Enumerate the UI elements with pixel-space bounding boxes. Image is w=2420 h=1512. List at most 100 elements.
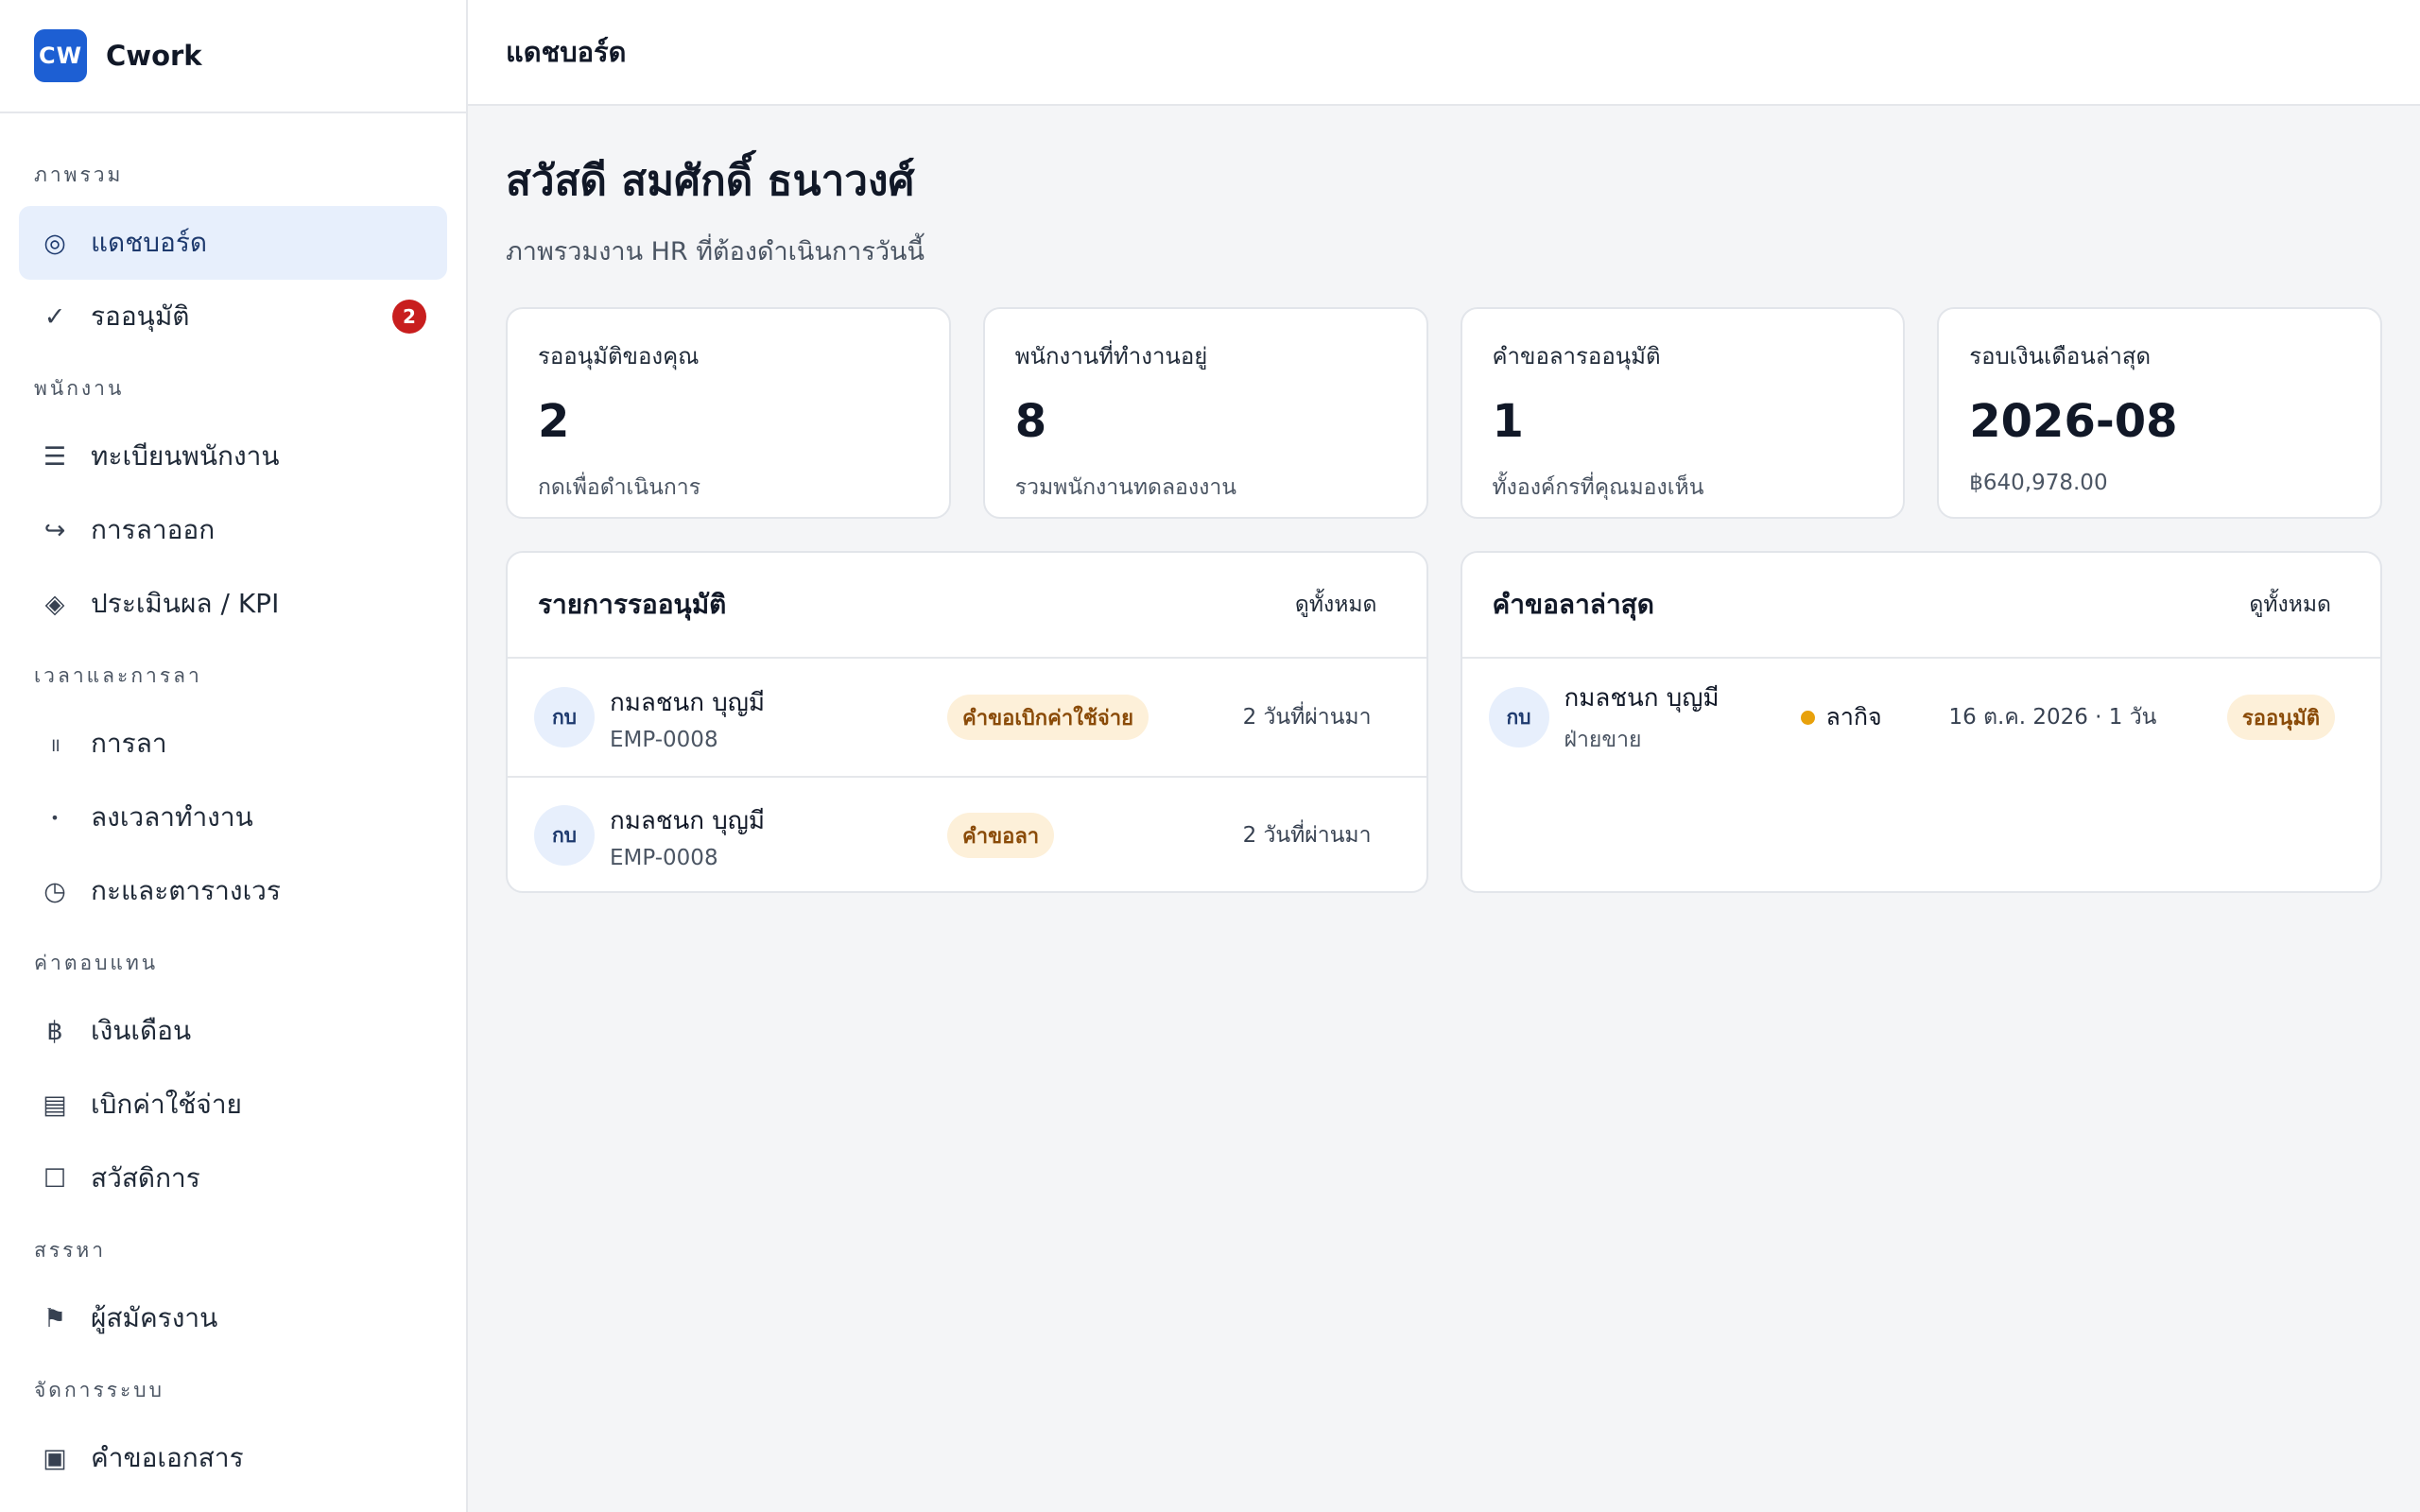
status-dot-icon	[1800, 710, 1815, 725]
status-badge: รออนุมัติ	[2226, 695, 2335, 740]
avatar: กบ	[534, 805, 595, 866]
sidebar-item-label: สวัสดิการ	[91, 1162, 200, 1194]
greeting: สวัสดี สมศักดิ์ ธนาวงศ์	[506, 157, 915, 205]
employee-id: EMP-0008	[610, 845, 718, 870]
sidebar-item-label: เงินเดือน	[91, 1015, 192, 1046]
stat-label: รออนุมัติของคุณ	[538, 343, 700, 369]
document-icon: ▣	[43, 1443, 67, 1473]
sidebar-item-label: รออนุมัติ	[91, 301, 190, 332]
dot-icon: •	[50, 808, 60, 827]
sidebar-item-pending-approval[interactable]: ✓ รออนุมัติ 2	[19, 280, 447, 353]
sidebar-item-label: ประเมินผล / KPI	[91, 588, 280, 619]
stat-card-pending-leave[interactable]: คำขอลารออนุมัติ 1 ทั้งองค์กรที่คุณมองเห็…	[1460, 307, 1906, 519]
stat-value: 8	[1014, 395, 1047, 448]
receipt-icon: ▤	[43, 1090, 67, 1120]
topbar: แดชบอร์ด	[468, 0, 2420, 106]
stat-card-my-approvals[interactable]: รออนุมัติของคุณ 2 กดเพื่อดำเนินการ	[506, 307, 951, 519]
leave-type-label: ลากิจ	[1825, 703, 1882, 730]
person-info: กมลชนก บุญมี EMP-0008	[610, 801, 765, 870]
panel-header: คำขอลาล่าสุด ดูทั้งหมด	[1461, 553, 2380, 659]
stat-subtext: รวมพนักงานทดลองงาน	[1014, 475, 1236, 500]
check-icon: ✓	[43, 301, 66, 332]
nav-heading: สรรหา	[34, 1239, 107, 1262]
sidebar-item-label: ลงเวลาทำงาน	[91, 801, 253, 833]
stat-value: 2026-08	[1969, 395, 2178, 448]
leave-type: ลากิจ	[1800, 698, 1882, 736]
panel-title: รายการรออนุมัติ	[538, 589, 727, 620]
pause-icon: ॥	[49, 732, 60, 756]
view-all-link[interactable]: ดูทั้งหมด	[2249, 588, 2331, 622]
sidebar-item-applicants[interactable]: ⚑ ผู้สมัครงาน	[19, 1281, 447, 1355]
relative-time: 2 วันที่ผ่านมา	[1242, 823, 1372, 848]
request-type-badge: คำขอลา	[947, 813, 1055, 858]
stat-cards: รออนุมัติของคุณ 2 กดเพื่อดำเนินการ พนักง…	[506, 307, 2382, 519]
sidebar-item-label: คำขอเอกสาร	[91, 1442, 244, 1473]
sidebar-item-label: เบิกค่าใช้จ่าย	[91, 1089, 242, 1120]
stat-card-active-employees[interactable]: พนักงานที่ทำงานอยู่ 8 รวมพนักงานทดลองงาน	[982, 307, 1428, 519]
nav-section-recruitment: สรรหา ⚑ ผู้สมัครงาน	[0, 1234, 466, 1355]
stat-card-latest-payroll[interactable]: รอบเงินเดือนล่าสุด 2026-08 ฿640,978.00	[1937, 307, 2382, 519]
target-icon: ◎	[43, 228, 66, 258]
exit-arrow-icon: ↪	[43, 515, 66, 545]
sidebar-item-payroll[interactable]: ฿ เงินเดือน	[19, 994, 447, 1068]
page-title: แดชบอร์ด	[506, 36, 627, 68]
person-name: กมลชนก บุญมี	[610, 806, 766, 835]
approvals-panel: รายการรออนุมัติ ดูทั้งหมด กบ กมลชนก บุญม…	[506, 551, 1428, 893]
stat-subtext: ทั้งองค์กรที่คุณมองเห็น	[1492, 475, 1704, 500]
list-icon: ☰	[43, 441, 67, 472]
approval-row[interactable]: กบ กมลชนก บุญมี EMP-0008 คำขอลา 2 วันที่…	[508, 776, 1426, 891]
sidebar-item-document-requests[interactable]: ▣ คำขอเอกสาร	[19, 1421, 447, 1495]
nav-heading: ภาพรวม	[34, 163, 124, 186]
panel-header: รายการรออนุมัติ ดูทั้งหมด	[508, 553, 1426, 659]
brand[interactable]: CW Cwork	[0, 0, 466, 113]
sidebar-item-label: ผู้สมัครงาน	[91, 1302, 218, 1333]
diamond-icon: ◈	[44, 589, 65, 619]
stat-label: รอบเงินเดือนล่าสุด	[1969, 343, 2152, 369]
dashboard-content: สวัสดี สมศักดิ์ ธนาวงศ์ ภาพรวมงาน HR ที่…	[468, 106, 2420, 893]
sidebar-item-employee-registry[interactable]: ☰ ทะเบียนพนักงาน	[19, 420, 447, 493]
brand-logo: CW	[34, 29, 87, 82]
count-badge: 2	[392, 300, 426, 334]
person-info: กมลชนก บุญมี EMP-0008	[610, 683, 765, 752]
department: ฝ่ายขาย	[1564, 727, 1642, 752]
stat-label: คำขอลารออนุมัติ	[1492, 343, 1661, 369]
sidebar-item-label: การลาออก	[91, 514, 216, 545]
sidebar-item-dashboard[interactable]: ◎ แดชบอร์ด	[19, 206, 447, 280]
approval-row[interactable]: กบ กมลชนก บุญมี EMP-0008 คำขอเบิกค่าใช้จ…	[508, 659, 1426, 776]
relative-time: 2 วันที่ผ่านมา	[1242, 705, 1372, 730]
person-info: กมลชนก บุญมี ฝ่ายขาย	[1564, 679, 1720, 757]
nav-section-admin: จัดการระบบ ▣ คำขอเอกสาร	[0, 1374, 466, 1495]
leave-row[interactable]: กบ กมลชนก บุญมี ฝ่ายขาย ลากิจ 16 ต.ค. 20…	[1462, 659, 2381, 776]
sidebar-item-label: ทะเบียนพนักงาน	[91, 440, 280, 472]
flag-icon: ⚑	[43, 1303, 67, 1333]
nav-section-compensation: ค่าตอบแทน ฿ เงินเดือน ▤ เบิกค่าใช้จ่าย ☐…	[0, 947, 466, 1215]
sidebar-item-label: การลา	[91, 728, 167, 759]
view-all-link[interactable]: ดูทั้งหมด	[1295, 588, 1377, 622]
sidebar-item-shifts[interactable]: ◷ กะและตารางเวร	[19, 854, 447, 928]
request-type-badge: คำขอเบิกค่าใช้จ่าย	[947, 695, 1150, 740]
nav-heading: ค่าตอบแทน	[34, 952, 159, 974]
nav-section-employees: พนักงาน ☰ ทะเบียนพนักงาน ↪ การลาออก ◈ ปร…	[0, 372, 466, 641]
sidebar-item-time-clock[interactable]: • ลงเวลาทำงาน	[19, 781, 447, 854]
brand-name: Cwork	[106, 40, 202, 72]
sidebar-item-expenses[interactable]: ▤ เบิกค่าใช้จ่าย	[19, 1068, 447, 1142]
avatar: กบ	[534, 687, 595, 747]
panels: รายการรออนุมัติ ดูทั้งหมด กบ กมลชนก บุญม…	[506, 551, 2382, 893]
sidebar-item-kpi[interactable]: ◈ ประเมินผล / KPI	[19, 567, 447, 641]
sidebar-item-resignation[interactable]: ↪ การลาออก	[19, 493, 447, 567]
leave-date: 16 ต.ค. 2026 · 1 วัน	[1948, 705, 2157, 730]
stat-subtext: กดเพื่อดำเนินการ	[538, 475, 701, 500]
greeting-subtitle: ภาพรวมงาน HR ที่ต้องดำเนินการวันนี้	[506, 237, 925, 266]
avatar: กบ	[1488, 687, 1549, 747]
recent-leave-panel: คำขอลาล่าสุด ดูทั้งหมด กบ กมลชนก บุญมี ฝ…	[1460, 551, 2382, 893]
nav-section-time-leave: เวลาและการลา ॥ การลา • ลงเวลาทำงาน ◷ กะแ…	[0, 660, 466, 928]
sidebar-item-leave[interactable]: ॥ การลา	[19, 707, 447, 781]
nav-section-overview: ภาพรวม ◎ แดชบอร์ด ✓ รออนุมัติ 2	[0, 159, 466, 353]
person-name: กมลชนก บุญมี	[610, 688, 766, 717]
panel-title: คำขอลาล่าสุด	[1492, 589, 1654, 620]
box-icon: ☐	[43, 1163, 67, 1194]
sidebar-item-label: แดชบอร์ด	[91, 227, 208, 258]
sidebar-item-benefits[interactable]: ☐ สวัสดิการ	[19, 1142, 447, 1215]
stat-label: พนักงานที่ทำงานอยู่	[1014, 343, 1208, 369]
main-area: แดชบอร์ด สวัสดี สมศักดิ์ ธนาวงศ์ ภาพรวมง…	[468, 0, 2420, 1512]
